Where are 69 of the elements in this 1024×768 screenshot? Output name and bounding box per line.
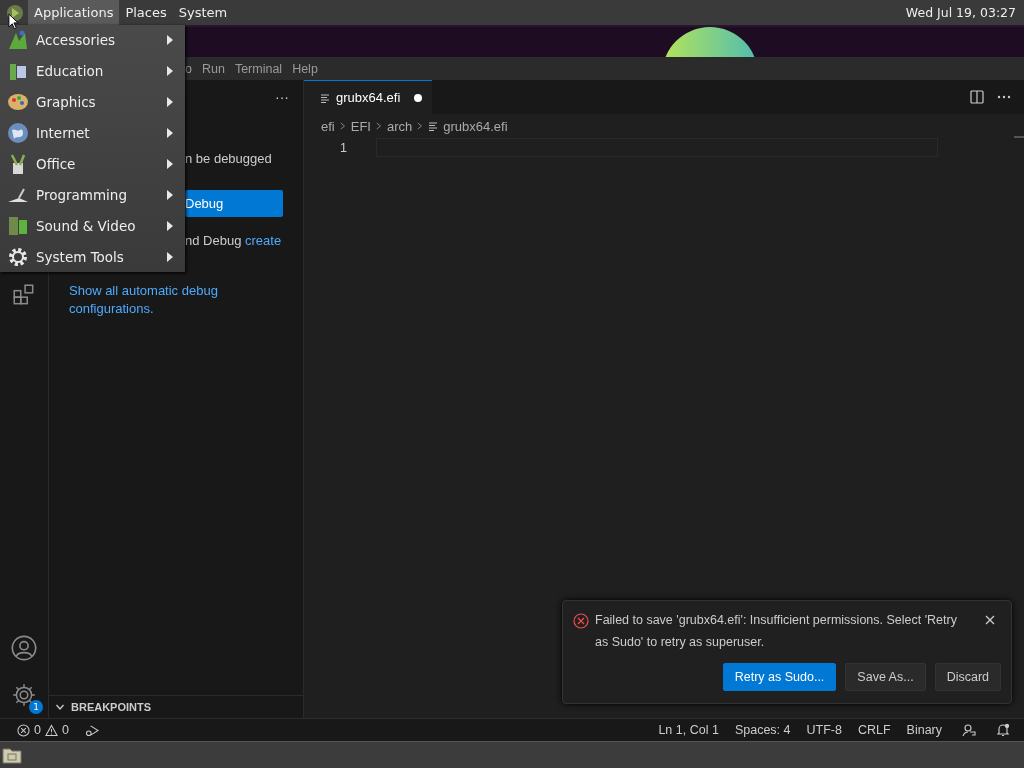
line-number: 1 xyxy=(339,140,347,155)
panel-menu[interactable]: Places xyxy=(119,0,173,25)
submenu-arrow-icon xyxy=(167,251,173,262)
status-item[interactable]: CRLF xyxy=(857,723,891,737)
more-actions-icon[interactable] xyxy=(997,95,1011,99)
notification-button[interactable]: Retry as Sudo... xyxy=(722,663,837,691)
status-item[interactable]: UTF-8 xyxy=(806,723,842,737)
submenu-arrow-icon xyxy=(167,97,173,108)
submenu-arrow-icon xyxy=(167,158,173,169)
feedback-icon[interactable] xyxy=(962,723,976,737)
breadcrumb[interactable]: grubx64.efi xyxy=(443,118,508,134)
unsaved-dot-icon[interactable] xyxy=(414,93,423,102)
submenu-arrow-icon xyxy=(167,220,173,231)
error-count[interactable]: 0 xyxy=(34,723,41,737)
menu-item[interactable]: Programming xyxy=(0,179,185,211)
gear-icon xyxy=(7,245,29,268)
menu-item[interactable]: Run xyxy=(201,61,225,76)
notification-button[interactable]: Save As... xyxy=(845,663,926,691)
debug-description: n be debugged xyxy=(185,150,272,168)
folder-icon[interactable] xyxy=(2,746,22,764)
create-link[interactable]: create xyxy=(245,233,282,248)
menu-item[interactable]: Terminal xyxy=(234,61,283,76)
menu-item[interactable]: Internet xyxy=(0,117,185,149)
menu-item[interactable]: Education xyxy=(0,55,185,87)
menu-item[interactable]: Accessories xyxy=(0,25,185,56)
close-icon[interactable] xyxy=(985,615,995,625)
error-icon xyxy=(573,613,589,629)
debug-icon[interactable] xyxy=(84,723,100,737)
error-icon[interactable] xyxy=(17,723,30,737)
menu-item[interactable]: o xyxy=(185,61,192,76)
menu-item[interactable]: Sound & Video xyxy=(0,210,185,242)
submenu-arrow-icon xyxy=(167,189,173,200)
menu-item[interactable]: Help xyxy=(292,61,318,76)
notification-message: Failed to save 'grubx64.efi': Insufficient permissions. Select 'Retry as Sudo' to retry as superuser. xyxy=(595,612,958,651)
account-icon[interactable] xyxy=(10,634,38,662)
mouse-pointer-icon xyxy=(8,13,19,30)
more-actions-button[interactable]: ··· xyxy=(275,89,289,105)
panel-menu[interactable]: Applications xyxy=(28,0,120,25)
clock[interactable]: Wed Jul 19, 03:27 xyxy=(905,5,1024,20)
notification-badge: 1 xyxy=(29,700,43,714)
warning-count[interactable]: 0 xyxy=(61,723,69,737)
chevron-icon xyxy=(339,121,346,131)
file-icon xyxy=(320,92,330,103)
notification-button[interactable]: Discard xyxy=(934,663,1001,691)
run-debug-button[interactable]: Debug xyxy=(185,190,283,217)
status-item[interactable]: Spaces: 4 xyxy=(734,723,791,737)
panel-menu[interactable]: System xyxy=(172,0,234,25)
menu-item[interactable]: Graphics xyxy=(0,86,185,118)
file-icon xyxy=(428,121,439,131)
editor-tab[interactable]: grubx64.efi xyxy=(304,79,433,115)
settings-icon[interactable] xyxy=(11,682,37,708)
launch-description: nd Debug create xyxy=(185,232,282,250)
menu-item[interactable]: Office xyxy=(0,148,185,180)
chevron-icon xyxy=(417,121,424,131)
breadcrumb[interactable]: EFI xyxy=(350,118,371,134)
globe-icon xyxy=(7,122,29,145)
debug-configurations-link[interactable]: Show all automatic debug configurations. xyxy=(69,282,239,318)
submenu-arrow-icon xyxy=(167,66,173,77)
chevron-icon xyxy=(375,121,382,131)
split-editor-icon[interactable] xyxy=(970,90,984,104)
menu-item[interactable]: System Tools xyxy=(0,241,185,272)
submenu-arrow-icon xyxy=(167,35,173,46)
status-item[interactable]: Binary xyxy=(906,723,942,737)
breadcrumb[interactable]: efi xyxy=(321,118,335,134)
breadcrumb[interactable]: arch xyxy=(386,118,413,134)
submenu-arrow-icon xyxy=(167,128,173,139)
warning-icon[interactable] xyxy=(44,723,58,737)
status-item[interactable]: Ln 1, Col 1 xyxy=(658,723,719,737)
bell-icon[interactable] xyxy=(996,723,1010,737)
